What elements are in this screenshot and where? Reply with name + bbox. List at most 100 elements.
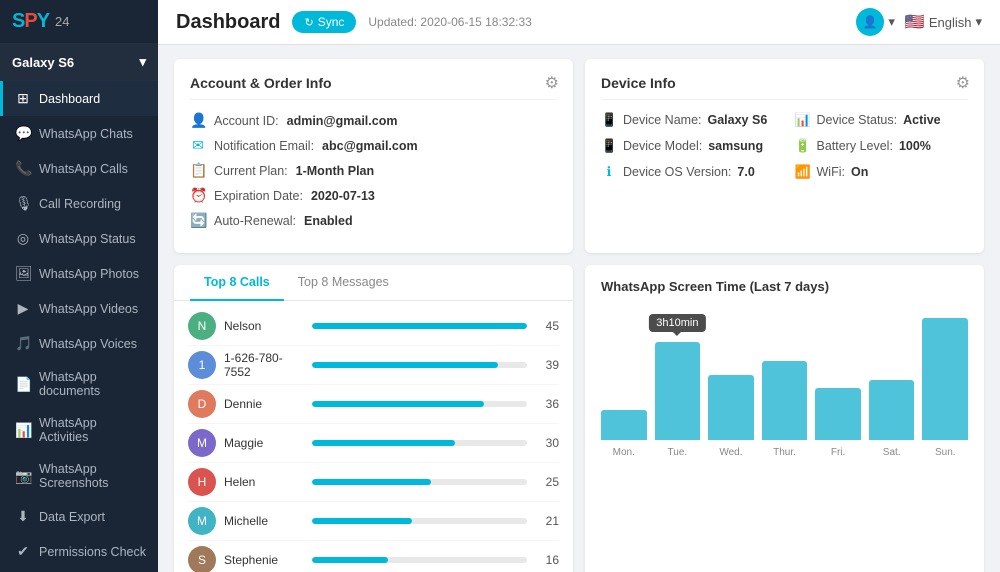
device-selector[interactable]: Galaxy S6 ▾ bbox=[0, 44, 158, 81]
sync-button[interactable]: ↻ Sync bbox=[292, 11, 356, 33]
dashboard-icon: ⊞ bbox=[15, 90, 31, 107]
call-bar-fill bbox=[312, 401, 484, 407]
user-menu[interactable]: 👤 ▾ bbox=[856, 8, 895, 36]
chart-bar bbox=[762, 361, 808, 440]
sidebar: SPY 24 Galaxy S6 ▾ ⊞ Dashboard 💬 WhatsAp… bbox=[0, 0, 158, 572]
whatsapp-videos-icon: ▶ bbox=[15, 300, 31, 317]
sidebar-item-data-export[interactable]: ⬇ Data Export bbox=[0, 499, 158, 534]
account-info-row: 🔄 Auto-Renewal: Enabled bbox=[190, 212, 557, 229]
sidebar-item-whatsapp-videos[interactable]: ▶ WhatsApp Videos bbox=[0, 291, 158, 326]
bar-col: Fri. bbox=[815, 304, 861, 440]
call-bar-track bbox=[312, 479, 527, 485]
tab-messages[interactable]: Top 8 Messages bbox=[284, 265, 403, 301]
call-bar-fill bbox=[312, 440, 455, 446]
whatsapp-documents-icon: 📄 bbox=[15, 376, 31, 393]
call-bar-fill bbox=[312, 557, 388, 563]
sidebar-item-whatsapp-status[interactable]: ◎ WhatsApp Status bbox=[0, 221, 158, 256]
info-label: Current Plan: bbox=[214, 164, 288, 178]
sidebar-item-whatsapp-activities[interactable]: 📊 WhatsApp Activities bbox=[0, 407, 158, 453]
call-bar-fill bbox=[312, 362, 498, 368]
info-label: Notification Email: bbox=[214, 139, 314, 153]
sidebar-item-whatsapp-voices[interactable]: 🎵 WhatsApp Voices bbox=[0, 326, 158, 361]
device-icon: 🔋 bbox=[795, 138, 811, 154]
caller-name: Dennie bbox=[224, 397, 304, 411]
sidebar-item-label: Permissions Check bbox=[39, 545, 146, 559]
sidebar-item-whatsapp-photos[interactable]: 🖼 WhatsApp Photos bbox=[0, 256, 158, 291]
info-label: Auto-Renewal: bbox=[214, 214, 296, 228]
device-settings-icon[interactable]: ⚙ bbox=[956, 73, 970, 93]
sidebar-item-label: WhatsApp Screenshots bbox=[39, 462, 146, 490]
topbar-left: Dashboard ↻ Sync Updated: 2020-06-15 18:… bbox=[176, 11, 532, 34]
device-card-title: Device Info bbox=[601, 75, 968, 100]
sidebar-item-label: WhatsApp Status bbox=[39, 232, 136, 246]
bar-col: Mon. bbox=[601, 304, 647, 440]
bar-day-label: Sun. bbox=[935, 447, 956, 458]
account-info-list: 👤 Account ID: admin@gmail.com ✉ Notifica… bbox=[190, 112, 557, 229]
account-info-row: ⏰ Expiration Date: 2020-07-13 bbox=[190, 187, 557, 204]
chart-bar bbox=[815, 388, 861, 440]
bar-col: Sat. bbox=[869, 304, 915, 440]
sidebar-item-label: WhatsApp Videos bbox=[39, 302, 138, 316]
sidebar-item-whatsapp-calls[interactable]: 📞 WhatsApp Calls bbox=[0, 151, 158, 186]
info-icon: ⏰ bbox=[190, 187, 206, 204]
device-card: Device Info ⚙ 📱 Device Name: Galaxy S6 📊… bbox=[585, 59, 984, 253]
sidebar-item-label: WhatsApp Chats bbox=[39, 127, 133, 141]
calls-section: Top 8 Calls Top 8 Messages N Nelson 45 1… bbox=[174, 265, 573, 572]
call-bar-track bbox=[312, 518, 527, 524]
whatsapp-voices-icon: 🎵 bbox=[15, 335, 31, 352]
sidebar-item-permissions-check[interactable]: ✔ Permissions Check bbox=[0, 534, 158, 569]
call-recording-icon: 🎙 bbox=[15, 195, 31, 212]
call-bar-track bbox=[312, 362, 527, 368]
sidebar-item-whatsapp-chats[interactable]: 💬 WhatsApp Chats bbox=[0, 116, 158, 151]
whatsapp-activities-icon: 📊 bbox=[15, 422, 31, 439]
bar-day-label: Fri. bbox=[831, 447, 845, 458]
bar-col: 3h10minTue. bbox=[655, 304, 701, 440]
chart-bar bbox=[922, 318, 968, 440]
sidebar-item-whatsapp-screenshots[interactable]: 📷 WhatsApp Screenshots bbox=[0, 453, 158, 499]
whatsapp-status-icon: ◎ bbox=[15, 230, 31, 247]
device-value: Galaxy S6 bbox=[708, 113, 768, 127]
sidebar-item-label: WhatsApp Activities bbox=[39, 416, 146, 444]
avatar: 👤 bbox=[856, 8, 884, 36]
whatsapp-photos-icon: 🖼 bbox=[15, 265, 31, 282]
tabs-header: Top 8 Calls Top 8 Messages bbox=[174, 265, 573, 301]
call-count: 39 bbox=[535, 358, 559, 372]
chart-tooltip: 3h10min bbox=[649, 314, 705, 332]
device-info-row: ℹ Device OS Version: 7.0 bbox=[601, 164, 775, 180]
sidebar-item-label: Call Recording bbox=[39, 197, 121, 211]
bar-day-label: Thur. bbox=[773, 447, 796, 458]
call-count: 45 bbox=[535, 319, 559, 333]
bar-day-label: Tue. bbox=[668, 447, 688, 458]
sync-icon: ↻ bbox=[304, 16, 313, 29]
bar-col: Thur. bbox=[762, 304, 808, 440]
device-value: Active bbox=[903, 113, 941, 127]
call-count: 21 bbox=[535, 514, 559, 528]
sidebar-item-label: Data Export bbox=[39, 510, 105, 524]
sidebar-item-whatsapp-documents[interactable]: 📄 WhatsApp documents bbox=[0, 361, 158, 407]
logo-num: 24 bbox=[55, 14, 69, 29]
sidebar-item-dashboard[interactable]: ⊞ Dashboard bbox=[0, 81, 158, 116]
last-updated: Updated: 2020-06-15 18:32:33 bbox=[368, 15, 531, 29]
chart-bar: 3h10min bbox=[655, 342, 701, 440]
sidebar-item-call-recording[interactable]: 🎙 Call Recording bbox=[0, 186, 158, 221]
tab-calls[interactable]: Top 8 Calls bbox=[190, 265, 284, 301]
whatsapp-chats-icon: 💬 bbox=[15, 125, 31, 142]
account-settings-icon[interactable]: ⚙ bbox=[545, 73, 559, 93]
account-card-title: Account & Order Info bbox=[190, 75, 557, 100]
caller-name: Michelle bbox=[224, 514, 304, 528]
list-item: D Dennie 36 bbox=[188, 385, 559, 424]
topbar-right: 👤 ▾ 🇺🇸 English ▾ bbox=[856, 8, 982, 36]
call-bar-track bbox=[312, 323, 527, 329]
device-value: 7.0 bbox=[737, 165, 754, 179]
bar-day-label: Sat. bbox=[883, 447, 901, 458]
call-bar-fill bbox=[312, 323, 527, 329]
language-selector[interactable]: 🇺🇸 English ▾ bbox=[905, 12, 982, 32]
call-bar-track bbox=[312, 440, 527, 446]
device-label: Device Status: bbox=[817, 113, 898, 127]
bar-day-label: Mon. bbox=[613, 447, 635, 458]
device-value: 100% bbox=[899, 139, 931, 153]
avatar: D bbox=[188, 390, 216, 418]
chart-bar bbox=[708, 375, 754, 440]
device-label: WiFi: bbox=[817, 165, 845, 179]
flag-icon: 🇺🇸 bbox=[905, 12, 925, 32]
